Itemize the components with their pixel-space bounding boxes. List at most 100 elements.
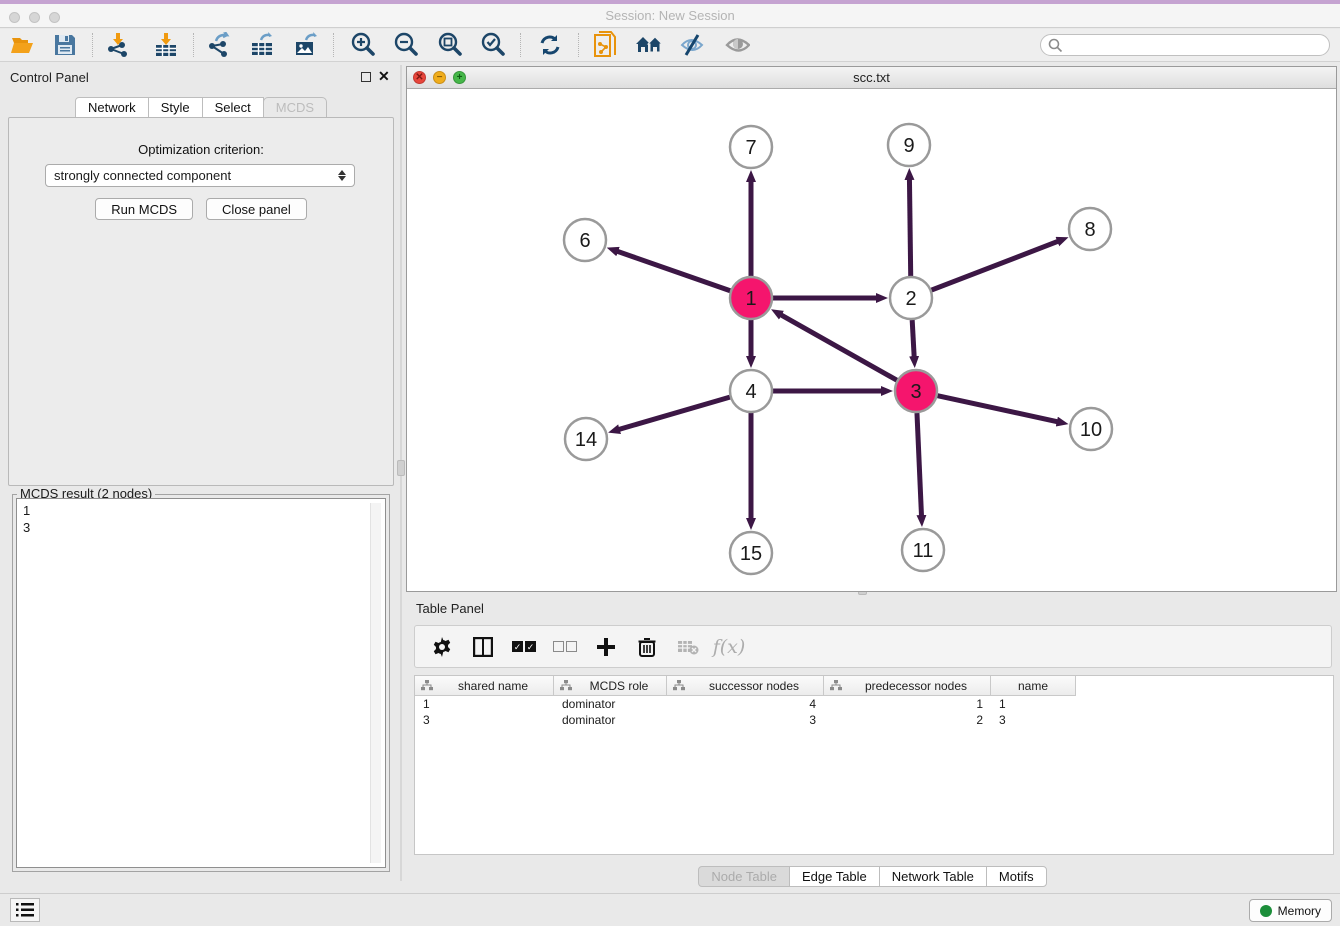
mcds-result-text[interactable]: 1 3 <box>16 498 386 868</box>
cell-name[interactable]: 1 <box>991 696 1076 712</box>
zoom-fit-icon[interactable] <box>435 31 465 59</box>
optimization-criterion-label: Optimization criterion: <box>9 142 393 157</box>
cell-successor-nodes[interactable]: 4 <box>667 696 824 712</box>
show-hidden-icon[interactable] <box>722 31 752 59</box>
task-history-button[interactable] <box>10 898 40 922</box>
vertical-splitter-handle[interactable] <box>397 460 405 476</box>
edge-3-10[interactable] <box>937 396 1057 422</box>
cell-mcds-role[interactable]: dominator <box>554 712 667 728</box>
tab-network-table[interactable]: Network Table <box>879 866 987 887</box>
import-table-icon[interactable] <box>151 31 181 59</box>
status-bar: Memory <box>0 893 1340 926</box>
toolbar-separator <box>193 33 194 57</box>
column-header-mcds-role[interactable]: MCDS role <box>554 676 667 696</box>
column-header-successor-nodes[interactable]: successor nodes <box>667 676 824 696</box>
node-label-2: 2 <box>905 288 916 310</box>
table-panel-title: Table Panel <box>416 601 484 616</box>
edge-2-9[interactable] <box>909 179 910 276</box>
toolbar-separator <box>520 33 521 57</box>
column-header-predecessor-nodes[interactable]: predecessor nodes <box>824 676 991 696</box>
export-network-icon[interactable] <box>204 31 234 59</box>
criterion-select[interactable]: strongly connected component <box>45 164 355 187</box>
tab-edge-table[interactable]: Edge Table <box>789 866 880 887</box>
tab-node-table[interactable]: Node Table <box>698 866 790 887</box>
export-image-icon[interactable] <box>291 31 321 59</box>
list-icon <box>16 903 34 917</box>
open-session-icon[interactable] <box>8 31 38 59</box>
node-label-10: 10 <box>1080 419 1102 441</box>
table-row-1[interactable]: 3dominator323 <box>415 712 1333 728</box>
toolbar-separator <box>92 33 93 57</box>
cell-mcds-role[interactable]: dominator <box>554 696 667 712</box>
cell-predecessor-nodes[interactable]: 1 <box>824 696 991 712</box>
float-panel-icon[interactable] <box>361 72 371 82</box>
edge-2-8[interactable] <box>932 241 1059 290</box>
zoom-out-icon[interactable] <box>391 31 421 59</box>
save-session-icon[interactable] <box>50 31 80 59</box>
tab-style[interactable]: Style <box>148 97 203 118</box>
add-column-icon[interactable] <box>593 634 619 660</box>
delete-column-trash-icon[interactable] <box>634 634 660 660</box>
node-label-15: 15 <box>740 543 762 565</box>
network-window-title: scc.txt <box>407 70 1336 85</box>
column-header-shared-name[interactable]: shared name <box>415 676 554 696</box>
hierarchy-icon <box>421 680 433 691</box>
column-header-name[interactable]: name <box>991 676 1076 696</box>
deselect-all-rows-icon[interactable] <box>552 634 578 660</box>
memory-status-dot <box>1260 905 1272 917</box>
tab-motifs[interactable]: Motifs <box>986 866 1047 887</box>
hierarchy-icon <box>560 680 572 691</box>
delete-table-icon-disabled <box>675 634 701 660</box>
table-row-0[interactable]: 1dominator411 <box>415 696 1333 712</box>
network-canvas[interactable]: 7968124314101511 <box>407 89 1336 591</box>
edge-3-11[interactable] <box>917 413 922 516</box>
toolbar-separator <box>578 33 579 57</box>
hide-selected-icon[interactable] <box>677 31 707 59</box>
network-graph: 7968124314101511 <box>407 89 1336 591</box>
table-settings-gear-icon[interactable] <box>429 634 455 660</box>
cell-shared-name[interactable]: 3 <box>415 712 554 728</box>
node-label-8: 8 <box>1084 219 1095 241</box>
network-window-titlebar[interactable]: ✕ − + scc.txt <box>407 67 1336 89</box>
select-all-rows-icon[interactable]: ✓✓ <box>511 634 537 660</box>
edge-1-6[interactable] <box>617 251 730 291</box>
close-panel-button[interactable]: Close panel <box>206 198 307 220</box>
cell-successor-nodes[interactable]: 3 <box>667 712 824 728</box>
edge-4-14[interactable] <box>619 397 730 429</box>
edge-2-3[interactable] <box>912 320 914 357</box>
edge-3-1[interactable] <box>781 315 897 381</box>
tab-network[interactable]: Network <box>75 97 149 118</box>
table-header-row: shared nameMCDS rolesuccessor nodesprede… <box>415 676 1333 696</box>
search-input[interactable] <box>1040 34 1330 56</box>
cell-shared-name[interactable]: 1 <box>415 696 554 712</box>
chevron-updown-icon <box>338 170 346 181</box>
result-scrollbar[interactable] <box>370 503 381 863</box>
tab-select[interactable]: Select <box>202 97 264 118</box>
node-label-14: 14 <box>575 429 597 451</box>
cell-name[interactable]: 3 <box>991 712 1076 728</box>
mcds-result-group: MCDS result (2 nodes) 1 3 <box>12 494 390 872</box>
zoom-selected-icon[interactable] <box>478 31 508 59</box>
show-all-nodes-icon[interactable] <box>634 31 664 59</box>
run-mcds-button[interactable]: Run MCDS <box>95 198 193 220</box>
table-toolbar: ✓✓ f(x) <box>414 625 1332 668</box>
node-label-11: 11 <box>913 540 934 562</box>
close-panel-icon[interactable]: ✕ <box>378 68 390 85</box>
refresh-layout-icon[interactable] <box>535 31 565 59</box>
clone-network-icon[interactable] <box>591 31 621 59</box>
network-window: ✕ − + scc.txt 7968124314101511 <box>406 66 1337 592</box>
zoom-in-icon[interactable] <box>348 31 378 59</box>
node-label-6: 6 <box>579 230 590 252</box>
show-columns-icon[interactable] <box>470 634 496 660</box>
import-network-icon[interactable] <box>103 31 133 59</box>
tab-mcds[interactable]: MCDS <box>263 97 327 118</box>
cell-predecessor-nodes[interactable]: 2 <box>824 712 991 728</box>
control-panel: Control Panel ✕ NetworkStyleSelectMCDS O… <box>0 65 402 881</box>
node-label-4: 4 <box>745 381 756 403</box>
hierarchy-icon <box>673 680 685 691</box>
control-panel-tabs: NetworkStyleSelectMCDS <box>76 97 327 118</box>
memory-button[interactable]: Memory <box>1249 899 1332 922</box>
toolbar-separator <box>333 33 334 57</box>
table-body: 1dominator4113dominator323 <box>415 696 1333 728</box>
export-table-icon[interactable] <box>247 31 277 59</box>
